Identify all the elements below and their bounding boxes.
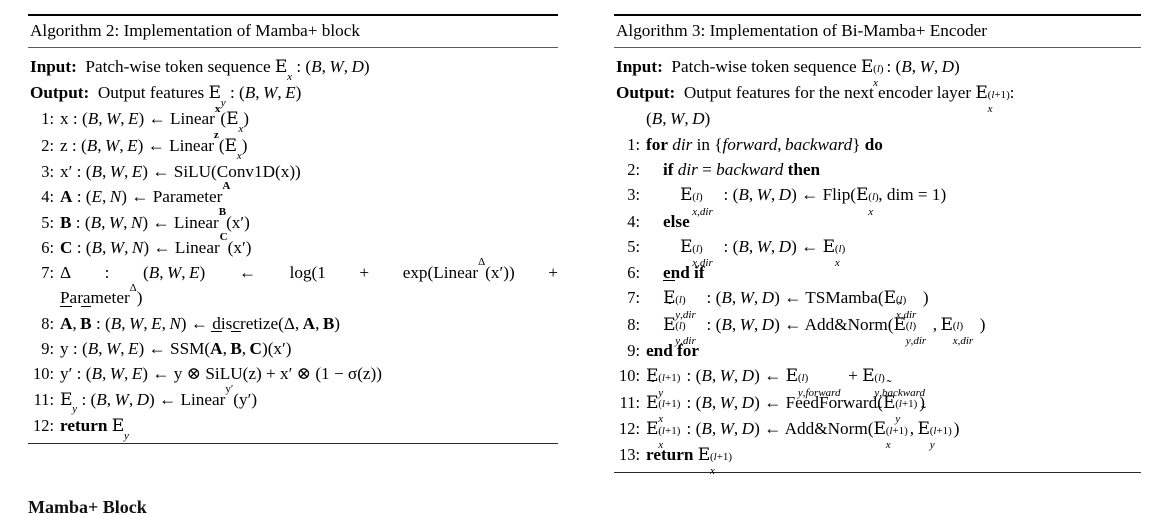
algorithm-figure-page: Algorithm 2: Implementation of Mamba+ bl… [0,0,1156,514]
algorithm-2-step-2: 2: z : (B, W, E) ← Linearz(Ex) [28,128,558,162]
step-content: A, B : (B, W, E, N) ← discretize(Δ, A, B… [60,305,558,336]
step-number: 6: [41,237,54,257]
algorithm-2-input-line: Input: Patch-wise token sequence Ex : (B… [28,54,558,83]
step-content: z : (B, W, E) ← Linearz(Ex) [60,128,248,162]
step-content: if dir = backward then [663,159,821,179]
step-number: 12: [33,415,54,435]
step-number: 2: [41,135,54,155]
step-number: 10: [33,364,54,384]
step-content: ˜ E (l+1) x : (B, W, D) ← FeedForward(˜ E (l+… [646,377,925,425]
algorithm-2-step-4: 4: A : (E, N) ← ParameterA [28,180,558,209]
algorithm-2-output-label: Output: [30,83,90,103]
algorithm-2-output-line: Output: Output features Ey : (B, W, E) [28,80,558,110]
step-content: return Ey [60,415,129,442]
step-content: return E (l+1) x [646,445,733,478]
step-number: 7: [627,288,640,308]
algorithm-3-output-continuation: (B, W, D) [646,109,711,129]
step-number: 4: [627,211,640,231]
step-number: 4: [41,187,54,207]
step-number: 9: [627,340,640,360]
step-content: E (l) x,dir : (B, W, D) ← Flip(E (l) x, dim … [680,185,947,218]
algorithm-2-body: Input: Patch-wise token sequence Ex : (B… [28,48,558,443]
step-number: 10: [619,366,640,386]
algorithm-3-step-10: 10: ˜ E (l+1) y : (B, W, D) ← E (l) y,forward… [614,352,1141,398]
algorithm-2-step-7-continuation: ParameterΔ) [60,281,143,308]
algorithm-3-block: Algorithm 3: Implementation of Bi-Mamba+… [614,14,1141,478]
algorithm-3-step-3: 3: E (l) x,dir : (B, W, D) ← Flip(E (l) x, d… [614,182,1141,218]
algorithm-2-step-10: 10: y′ : (B, W, E) ← y ⊗ SiLU(z) + x′ ⊗ … [28,361,558,386]
step-number: 11: [33,389,54,409]
algorithm-3-input-text: Patch-wise token sequence E (l) x : (B, W,… [667,56,960,90]
step-number: 11: [619,392,640,412]
step-content: ˜ E (l) y,dir : (B, W, D) ← Add&Norm(˜ E (l) y… [663,300,986,347]
step-number: 5: [41,212,54,232]
algorithm-2-step-11: 11: Ey : (B, W, D) ← Lineary′(y′) [28,382,558,416]
step-content: E (l) x,dir : (B, W, D) ← E (l) x [680,236,846,270]
step-content: y : (B, W, E) ← SSM(A, B, C)(x′) [60,330,558,361]
algorithm-2-input-text: Patch-wise token sequence Ex : (B, W, D) [81,56,370,83]
algorithm-2-step-5: 5: B : (B, W, N) ← LinearB(x′) [28,205,558,235]
step-number: 2: [627,159,640,179]
step-content: end for [646,340,699,360]
step-content: Ey : (B, W, D) ← Lineary′(y′) [60,382,258,416]
partial-section-heading: Mamba+ Block [28,497,147,514]
step-number: 3: [627,185,640,205]
step-content: x′ : (B, W, E) ← SiLU(Conv1D(x)) [60,161,301,181]
step-content: for dir in {forward, backward} do [646,134,883,154]
algorithm-3-output-text: Output features for the next encoder lay… [679,83,1015,116]
step-number: 13: [619,445,640,465]
step-content: y′ : (B, W, E) ← y ⊗ SiLU(z) + x′ ⊗ (1 −… [60,364,382,384]
step-content: E (l+1) x : (B, W, D) ← Add&Norm(˜ E (l+1) x,… [646,404,960,452]
algorithm-2-output-text: Output features Ey : (B, W, E) [93,83,302,110]
step-number: 3: [41,161,54,181]
algorithm-3-step-2: 2: if dir = backward then [614,157,1141,182]
algorithm-3-input-label: Input: [616,56,663,76]
step-number: 5: [627,236,640,256]
algorithm-2-bottom-rule [28,443,558,445]
step-number: 12: [619,418,640,438]
step-number: 1: [41,109,54,129]
algorithm-3-body: Input: Patch-wise token sequence E (l) x :… [614,48,1141,478]
algorithm-3-title: Algorithm 3: Implementation of Bi-Mamba+… [616,21,988,40]
step-number: 6: [627,263,640,283]
algorithm-3-step-7: 7: E (l) y,dir : (B, W, D) ← TSMamba(E (l) x… [614,280,1141,321]
algorithm-2-title: Algorithm 2: Implementation of Mamba+ bl… [30,21,360,40]
algorithm-3-step-12: 12: E (l+1) x : (B, W, D) ← Add&Norm(˜ E (l+… [614,404,1141,452]
step-number: 9: [41,338,54,358]
algorithm-2-step-7: 7: Δ: (B, W, E) ← log(1 + exp(LinearΔ(x′)) + [28,257,558,285]
step-number: 7: [41,263,54,283]
algorithm-2-step-12: 12: return Ey [28,413,558,442]
algorithm-2-step-8: 8: A, B : (B, W, E, N) ← discretize(Δ, A… [28,305,558,336]
algorithm-3-bottom-rule [614,472,1141,474]
algorithm-2-block: Algorithm 2: Implementation of Mamba+ bl… [28,14,558,445]
algorithm-2-step-9: 9: y : (B, W, E) ← SSM(A, B, C)(x′) [28,330,558,361]
algorithm-3-step-5: 5: E (l) x,dir : (B, W, D) ← E (l) x [614,234,1141,270]
step-content: else [663,211,690,231]
step-content: B : (B, W, N) ← LinearB(x′) [60,205,250,232]
algorithm-3-input-line: Input: Patch-wise token sequence E (l) x :… [614,54,1141,90]
algorithm-3-step-13: 13: return E (l+1) x [614,442,1141,478]
step-number: 8: [627,314,640,334]
step-content: end if [663,263,705,283]
algorithm-2-step-3: 3: x′ : (B, W, E) ← SiLU(Conv1D(x)) [28,159,558,184]
algorithm-3-output-label: Output: [616,83,676,103]
algorithm-3-step-1: 1: for dir in {forward, backward} do [614,132,1141,157]
algorithm-2-step-1: 1: x : (B, W, E) ← Linearx(Ex) [28,102,558,136]
step-number: 1: [627,134,640,154]
algorithm-2-input-label: Input: [30,56,77,76]
step-content: x : (B, W, E) ← Linearx(Ex) [60,102,249,136]
step-content: A : (E, N) ← ParameterA [60,180,231,207]
step-number: 8: [41,313,54,333]
